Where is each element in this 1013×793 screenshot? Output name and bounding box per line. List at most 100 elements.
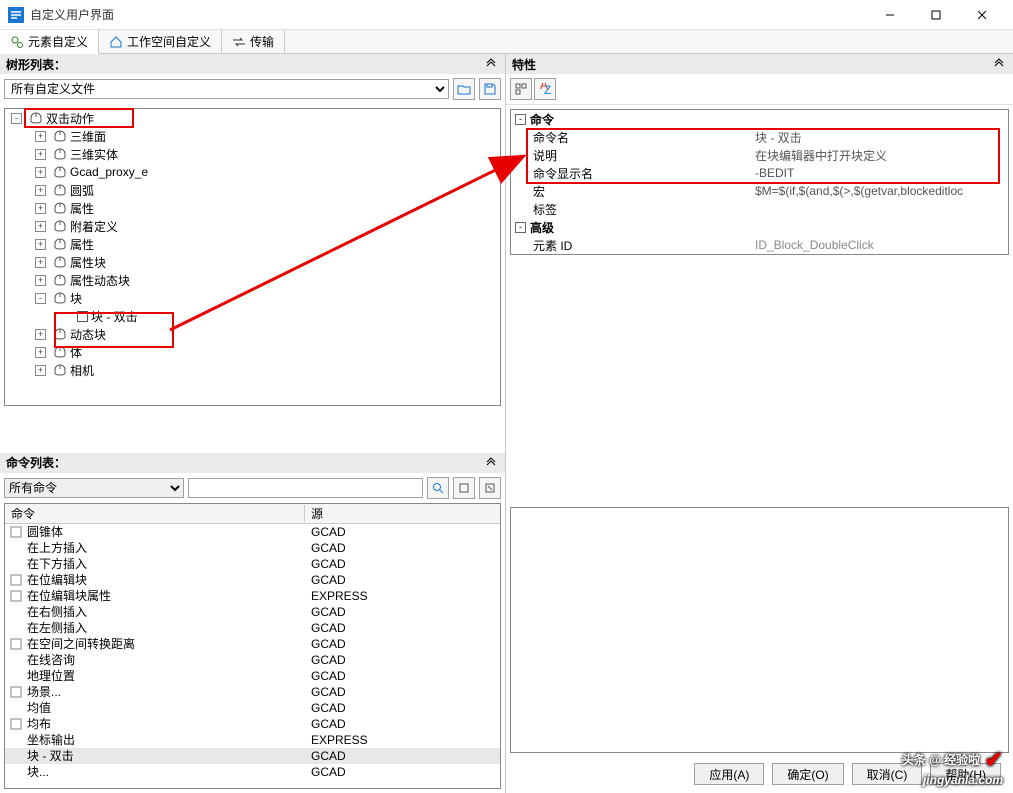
tree-node[interactable]: +三维实体 [5,145,500,163]
tree-node[interactable]: -块 [5,289,500,307]
tree-toggle[interactable]: + [35,221,46,232]
command-row[interactable]: 在上方插入GCAD [5,540,500,556]
property-panel-header: 特性 [506,54,1013,74]
ok-button[interactable]: 确定(O) [772,763,843,785]
command-row[interactable]: 块...GCAD [5,764,500,780]
tab-workspace-customize[interactable]: 工作空间自定义 [99,30,222,53]
property-row[interactable]: 命令名块 - 双击 [511,128,1008,146]
tree-node[interactable]: +体 [5,343,500,361]
tree-toggle[interactable]: + [35,329,46,340]
tree-node[interactable]: 块 - 双击 [5,307,500,325]
delete-button[interactable] [479,477,501,499]
command-row[interactable]: 在位编辑块GCAD [5,572,500,588]
property-row[interactable]: 命令显示名-BEDIT [511,164,1008,182]
tree-node[interactable]: +属性动态块 [5,271,500,289]
maximize-button[interactable] [913,0,959,30]
search-button[interactable] [427,477,449,499]
open-file-button[interactable] [453,78,475,100]
property-value[interactable]: ID_Block_DoubleClick [751,238,1008,252]
property-value[interactable]: 块 - 双击 [751,129,1008,146]
titlebar: 自定义用户界面 [0,0,1013,30]
command-row[interactable]: 在左侧插入GCAD [5,620,500,636]
property-row[interactable]: 宏$M=$(if,$(and,$(>,$(getvar,blockeditloc [511,182,1008,200]
property-value[interactable]: 在块编辑器中打开块定义 [751,147,1008,164]
tree-toggle[interactable]: + [35,239,46,250]
command-row[interactable]: 均值GCAD [5,700,500,716]
tree-toggle[interactable]: + [35,149,46,160]
command-row[interactable]: 在下方插入GCAD [5,556,500,572]
tree-node[interactable]: +Gcad_proxy_e [5,163,500,181]
tree-toggle[interactable]: + [35,347,46,358]
property-row[interactable]: 元素 IDID_Block_DoubleClick [511,236,1008,254]
command-name: 均值 [27,699,51,716]
property-row[interactable]: 说明在块编辑器中打开块定义 [511,146,1008,164]
tree-toggle[interactable]: + [35,257,46,268]
tab-transfer[interactable]: 传输 [222,30,285,53]
section-toggle[interactable]: - [515,114,526,125]
tree-toggle[interactable]: - [35,293,46,304]
tree-node[interactable]: - 双击动作 [5,109,500,127]
command-icon [9,605,23,619]
tree-toggle[interactable]: - [11,113,22,124]
tree-toggle[interactable]: + [35,203,46,214]
property-key: 命令显示名 [511,165,751,182]
alphabetical-button[interactable]: AZ [534,78,556,100]
tree-toggle[interactable]: + [35,167,46,178]
command-row[interactable]: 坐标输出EXPRESS [5,732,500,748]
command-row[interactable]: 场景...GCAD [5,684,500,700]
tree-node-label: 属性 [70,236,94,253]
command-row[interactable]: 在右侧插入GCAD [5,604,500,620]
new-button[interactable] [453,477,475,499]
tree-node[interactable]: + 属性 [5,235,500,253]
property-section[interactable]: -命令 [511,110,1008,128]
tree-node[interactable]: +相机 [5,361,500,379]
tree-node[interactable]: +属性 [5,199,500,217]
col-command[interactable]: 命令 [5,505,305,522]
close-button[interactable] [959,0,1005,30]
tree-filter-select[interactable]: 所有自定义文件 [4,79,449,99]
section-toggle[interactable]: - [515,222,526,233]
command-name: 在位编辑块 [27,571,87,588]
command-icon [9,701,23,715]
command-row[interactable]: 在位编辑块属性EXPRESS [5,588,500,604]
collapse-icon[interactable] [483,455,499,471]
command-row[interactable]: 块 - 双击GCAD [5,748,500,764]
apply-button[interactable]: 应用(A) [694,763,764,785]
command-search-input[interactable] [188,478,423,498]
property-value[interactable]: -BEDIT [751,166,1008,180]
tree-node-label: 双击动作 [46,110,94,127]
tree-toggle[interactable]: + [35,275,46,286]
tree-node[interactable]: +附着定义 [5,217,500,235]
tree-toggle[interactable]: + [35,185,46,196]
tree-node[interactable]: +圆弧 [5,181,500,199]
categorized-button[interactable] [510,78,532,100]
command-row[interactable]: 在空间之间转换距离GCAD [5,636,500,652]
tab-label: 元素自定义 [28,33,88,50]
tree-toggle[interactable]: + [35,131,46,142]
tree-view[interactable]: -双击动作+三维面+三维实体+Gcad_proxy_e+圆弧+属性+附着定义+属… [4,108,501,406]
command-row[interactable]: 地理位置GCAD [5,668,500,684]
property-value[interactable]: $M=$(if,$(and,$(>,$(getvar,blockeditloc [751,184,1008,198]
command-row[interactable]: 在线咨询GCAD [5,652,500,668]
command-filter-select[interactable]: 所有命令 [4,478,184,498]
tree-node[interactable]: +动态块 [5,325,500,343]
command-row[interactable]: 均布GCAD [5,716,500,732]
home-icon [109,35,123,49]
property-row[interactable]: 标签 [511,200,1008,218]
tab-element-customize[interactable]: 元素自定义 [0,30,99,54]
tree-node[interactable]: +属性块 [5,253,500,271]
save-button[interactable] [479,78,501,100]
minimize-button[interactable] [867,0,913,30]
tree-toggle[interactable]: + [35,365,46,376]
collapse-icon[interactable] [991,56,1007,72]
property-section[interactable]: -高级 [511,218,1008,236]
command-icon [9,589,23,603]
command-grid[interactable]: 命令 源 圆锥体GCAD在上方插入GCAD在下方插入GCAD在位编辑块GCAD在… [4,503,501,790]
col-source[interactable]: 源 [305,505,500,522]
tree-node[interactable]: +三维面 [5,127,500,145]
command-row[interactable]: 圆锥体GCAD [5,524,500,540]
collapse-icon[interactable] [483,56,499,72]
property-grid[interactable]: -命令命令名块 - 双击说明在块编辑器中打开块定义命令显示名-BEDIT宏$M=… [510,109,1009,255]
property-panel-title: 特性 [512,56,536,73]
tab-label: 工作空间自定义 [127,33,211,50]
